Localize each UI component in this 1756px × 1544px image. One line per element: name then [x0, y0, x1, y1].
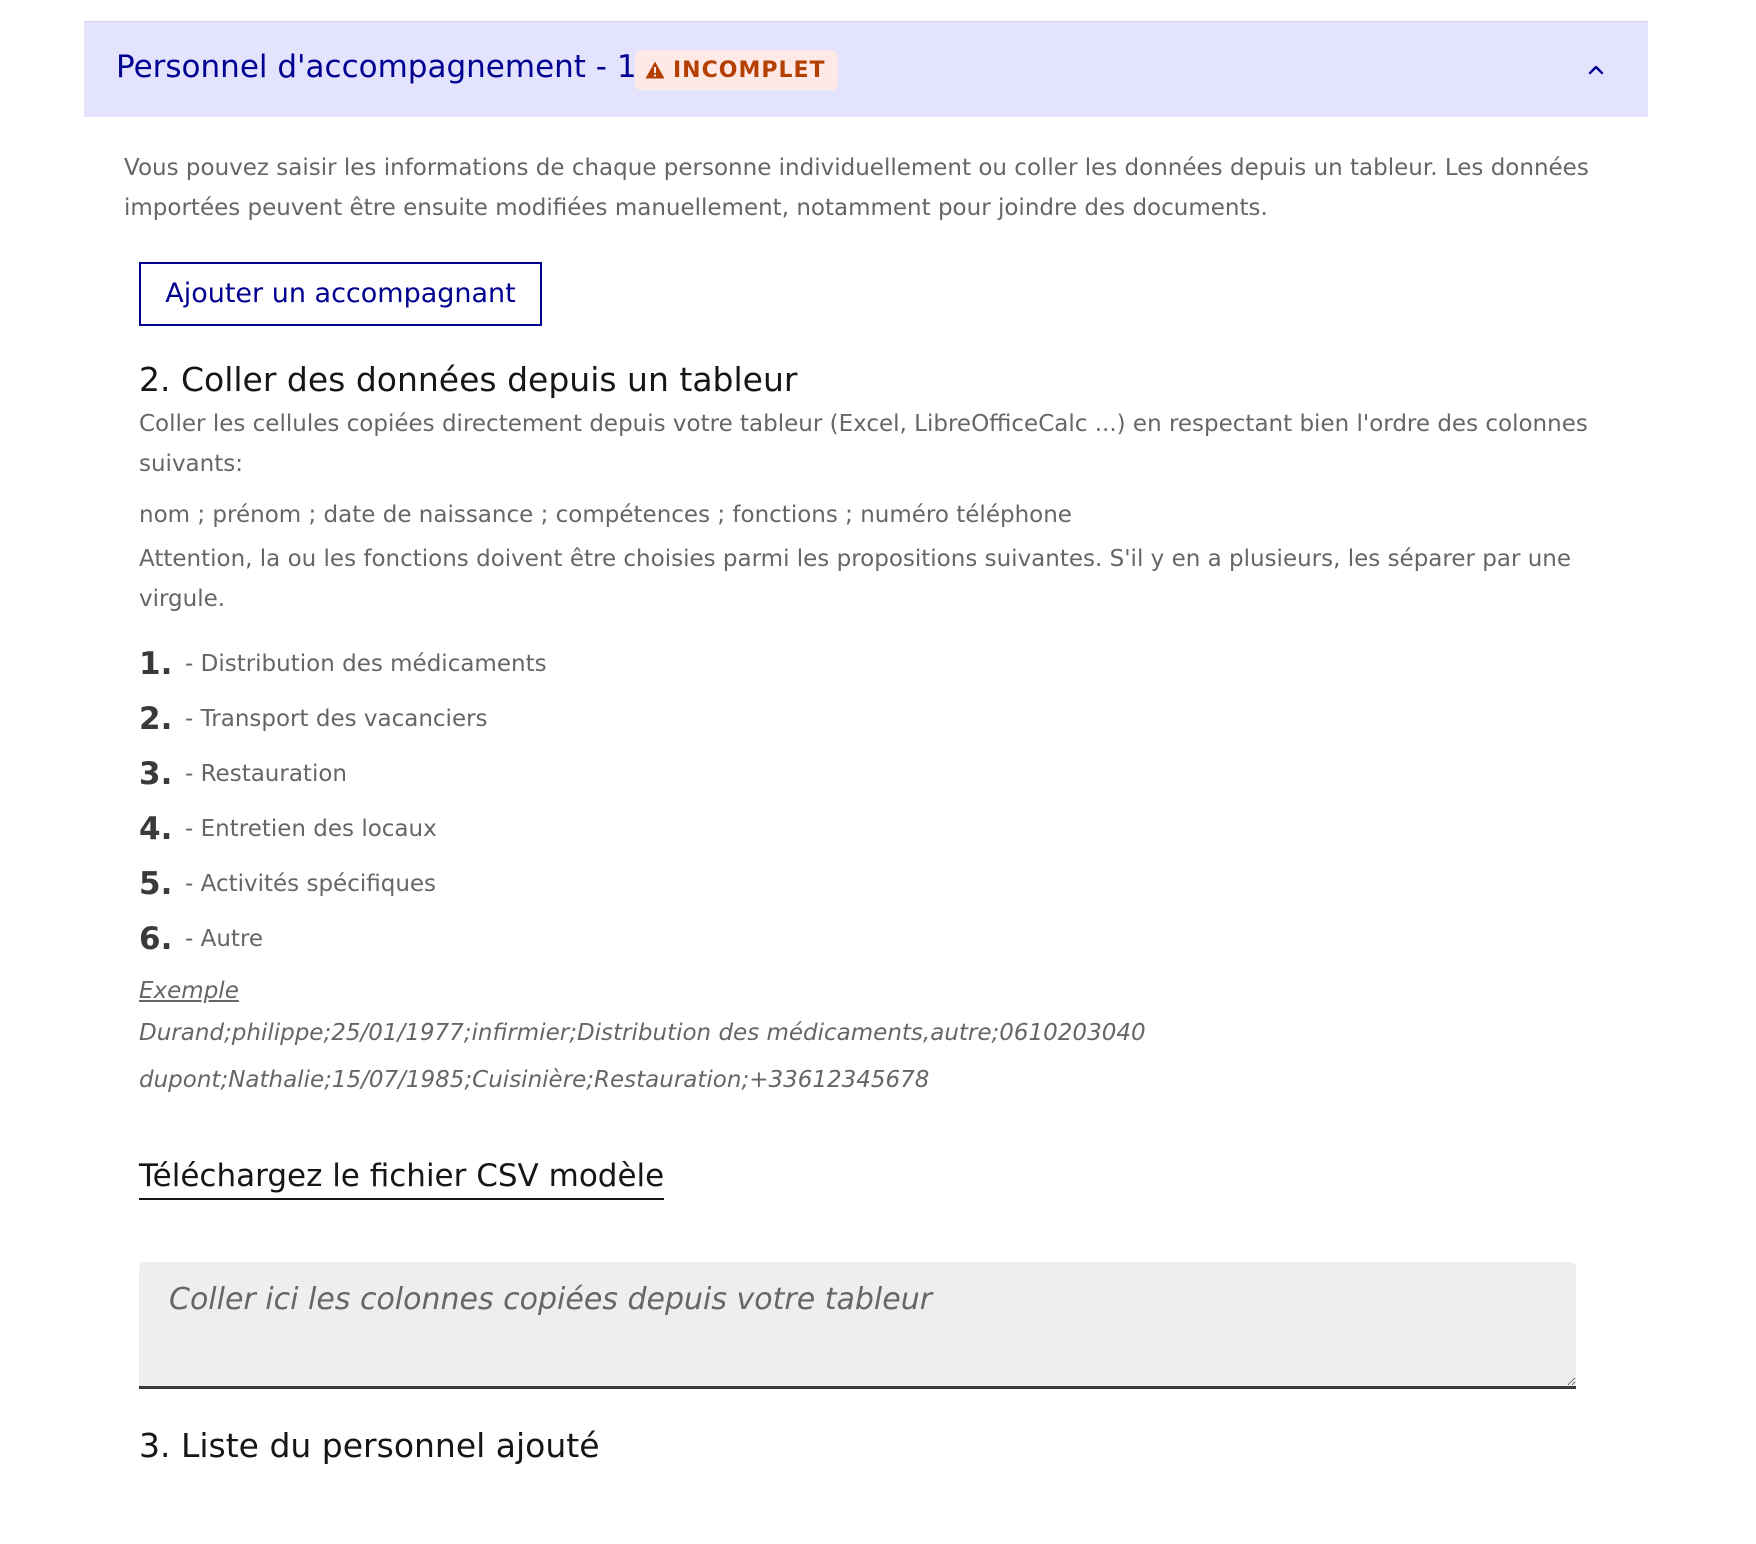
attention-text: Attention, la ou les fonctions doivent ê… — [139, 546, 1572, 612]
list-item-number: 5. — [139, 865, 173, 902]
example-line: Durand;philippe;25/01/1977;infirmier;Dis… — [139, 1020, 1146, 1046]
list-item-number: 3. — [139, 755, 173, 792]
list-item-label: - Entretien des locaux — [185, 815, 437, 842]
list-item: 5. - Activités spécifiques — [139, 856, 547, 911]
example-title: Exemple — [139, 978, 239, 1004]
list-item-label: - Transport des vacanciers — [185, 705, 488, 732]
list-item-number: 2. — [139, 700, 173, 737]
list-item-number: 6. — [139, 920, 173, 957]
intro-text: Vous pouvez saisir les informations de c… — [124, 155, 1589, 221]
list-item-label: - Activités spécifiques — [185, 870, 437, 897]
example-line: dupont;Nathalie;15/07/1985;Cuisinière;Re… — [139, 1067, 930, 1093]
list-item: 6. - Autre — [139, 911, 547, 966]
functions-list: 1. - Distribution des médicaments 2. - T… — [139, 636, 547, 966]
list-item-number: 4. — [139, 810, 173, 847]
accordion-header[interactable]: Personnel d'accompagnement - 1 INCOMPLET — [84, 21, 1648, 117]
add-accompanist-button[interactable]: Ajouter un accompagnant — [139, 262, 542, 326]
paste-textarea[interactable] — [139, 1262, 1576, 1389]
list-item: 2. - Transport des vacanciers — [139, 691, 547, 746]
paste-section-heading: 2. Coller des données depuis un tableur — [139, 360, 798, 399]
status-badge-label: INCOMPLET — [673, 57, 826, 83]
personnel-list-heading: 3. Liste du personnel ajouté — [139, 1426, 600, 1465]
paste-description: Coller les cellules copiées directement … — [139, 411, 1588, 477]
column-order: nom ; prénom ; date de naissance ; compé… — [139, 502, 1072, 528]
list-item: 3. - Restauration — [139, 746, 547, 801]
accordion-title: Personnel d'accompagnement - 1 — [116, 49, 637, 85]
list-item-number: 1. — [139, 645, 173, 682]
csv-template-download-link[interactable]: Téléchargez le fichier CSV modèle — [139, 1154, 665, 1200]
chevron-up-icon[interactable] — [1586, 60, 1606, 80]
status-badge: INCOMPLET — [635, 50, 838, 90]
list-item: 4. - Entretien des locaux — [139, 801, 547, 856]
list-item-label: - Distribution des médicaments — [185, 650, 547, 677]
list-item-label: - Restauration — [185, 760, 347, 787]
list-item: 1. - Distribution des médicaments — [139, 636, 547, 691]
list-item-label: - Autre — [185, 925, 264, 952]
warning-icon — [645, 61, 665, 79]
